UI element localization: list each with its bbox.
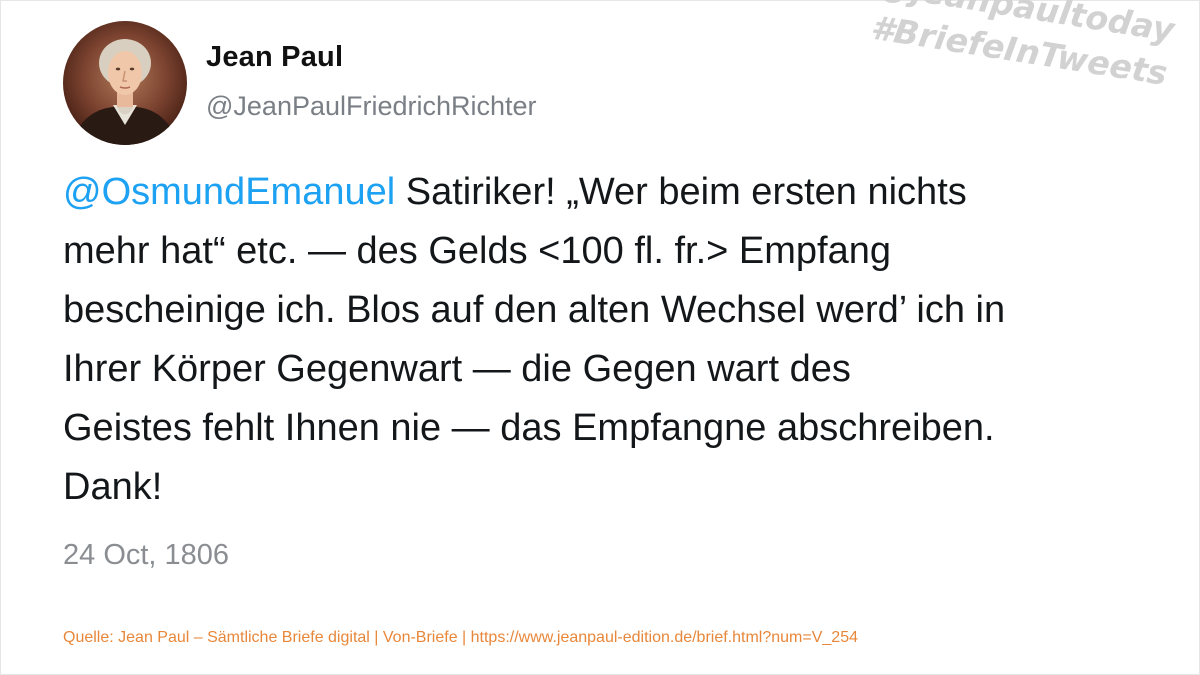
tweet-line-4: Ihrer Körper Gegenwart — die Gegen wart … bbox=[63, 348, 851, 390]
tweet-line-6: Dank! bbox=[63, 466, 163, 508]
author-avatar[interactable] bbox=[63, 21, 187, 145]
tweet-line-5: Geistes fehlt Ihnen nie — das Empfangne … bbox=[63, 407, 995, 449]
tweet-text: @OsmundEmanuel Satiriker! „Wer beim erst… bbox=[63, 163, 1143, 517]
author-handle[interactable]: @JeanPaulFriedrichRichter bbox=[206, 91, 537, 122]
source-citation: Quelle: Jean Paul – Sämtliche Briefe dig… bbox=[63, 629, 858, 646]
tweet-line-3: bescheinige ich. Blos auf den alten Wech… bbox=[63, 289, 1006, 331]
tweet-date: 24 Oct, 1806 bbox=[63, 539, 230, 571]
author-name[interactable]: Jean Paul bbox=[206, 41, 343, 74]
tweet-card: Jean Paul @JeanPaulFriedrichRichter @jea… bbox=[0, 0, 1200, 675]
tweet-line-2: mehr hat“ etc. — des Gelds <100 fl. fr.>… bbox=[63, 230, 891, 272]
tweet-line-1-text: Satiriker! „Wer beim ersten nichts bbox=[395, 171, 967, 213]
watermark: @jeanpaultoday #BriefeInTweets bbox=[868, 0, 1177, 96]
tweet-line-1: @OsmundEmanuel Satiriker! „Wer beim erst… bbox=[63, 163, 1143, 222]
mention-link[interactable]: @OsmundEmanuel bbox=[63, 171, 395, 213]
portrait-icon bbox=[71, 39, 179, 145]
